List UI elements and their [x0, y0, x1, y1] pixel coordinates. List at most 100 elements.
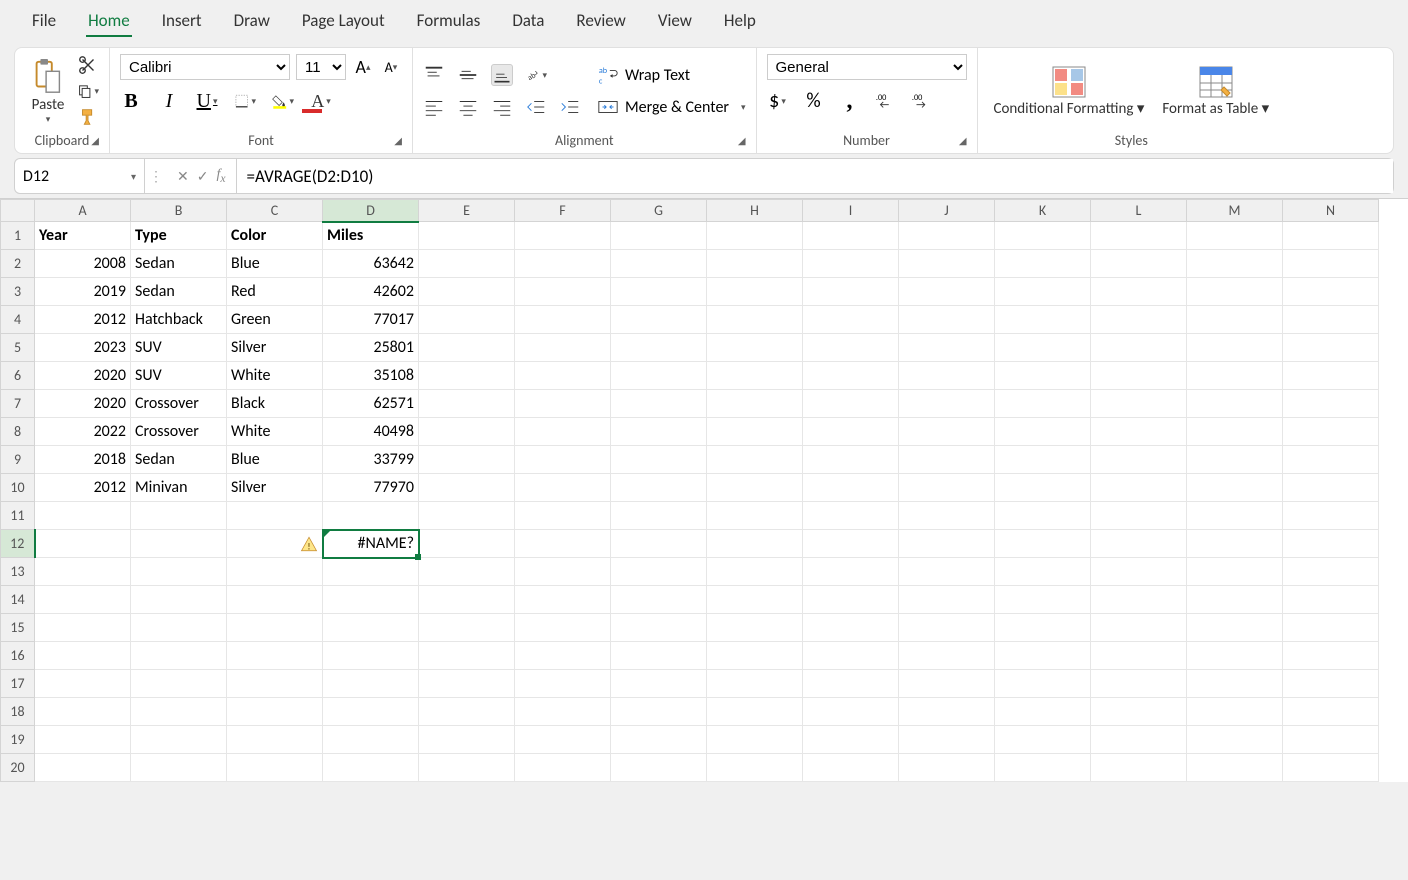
cell-M6[interactable]	[1187, 362, 1283, 390]
cell-M4[interactable]	[1187, 306, 1283, 334]
increase-font-icon[interactable]: A▴	[352, 56, 374, 78]
decrease-indent-icon[interactable]	[525, 96, 547, 118]
cell-J19[interactable]	[899, 726, 995, 754]
fx-icon[interactable]: fx	[216, 167, 225, 185]
percent-icon[interactable]: %	[803, 90, 825, 112]
cell-A15[interactable]	[35, 614, 131, 642]
cell-H4[interactable]	[707, 306, 803, 334]
col-header-J[interactable]: J	[899, 200, 995, 222]
row-header-15[interactable]: 15	[1, 614, 35, 642]
col-header-B[interactable]: B	[131, 200, 227, 222]
cell-L20[interactable]	[1091, 754, 1187, 782]
cell-A16[interactable]	[35, 642, 131, 670]
cell-L16[interactable]	[1091, 642, 1187, 670]
cell-K6[interactable]	[995, 362, 1091, 390]
cell-K15[interactable]	[995, 614, 1091, 642]
cell-F19[interactable]	[515, 726, 611, 754]
cell-J2[interactable]	[899, 250, 995, 278]
italic-icon[interactable]: I	[158, 90, 180, 112]
cell-K9[interactable]	[995, 446, 1091, 474]
cell-K8[interactable]	[995, 418, 1091, 446]
wrap-text-button[interactable]: abc Wrap Text	[597, 64, 746, 86]
cell-B17[interactable]	[131, 670, 227, 698]
cell-L13[interactable]	[1091, 558, 1187, 586]
cell-B14[interactable]	[131, 586, 227, 614]
cell-N20[interactable]	[1283, 754, 1379, 782]
cell-E6[interactable]	[419, 362, 515, 390]
cell-E20[interactable]	[419, 754, 515, 782]
cell-F4[interactable]	[515, 306, 611, 334]
confirm-icon[interactable]: ✓	[197, 168, 209, 185]
cell-N15[interactable]	[1283, 614, 1379, 642]
cell-H8[interactable]	[707, 418, 803, 446]
cell-G16[interactable]	[611, 642, 707, 670]
cell-D1[interactable]: Miles	[323, 222, 419, 250]
cell-H12[interactable]	[707, 530, 803, 558]
cell-B13[interactable]	[131, 558, 227, 586]
cell-L18[interactable]	[1091, 698, 1187, 726]
cell-K11[interactable]	[995, 502, 1091, 530]
cell-M18[interactable]	[1187, 698, 1283, 726]
cell-F6[interactable]	[515, 362, 611, 390]
menu-file[interactable]: File	[30, 6, 58, 37]
cell-B12[interactable]	[131, 530, 227, 558]
cell-E12[interactable]	[419, 530, 515, 558]
cell-M15[interactable]	[1187, 614, 1283, 642]
cell-F17[interactable]	[515, 670, 611, 698]
cell-G7[interactable]	[611, 390, 707, 418]
cell-D7[interactable]: 62571	[323, 390, 419, 418]
cell-N7[interactable]	[1283, 390, 1379, 418]
cell-K13[interactable]	[995, 558, 1091, 586]
row-header-13[interactable]: 13	[1, 558, 35, 586]
cell-K1[interactable]	[995, 222, 1091, 250]
cell-I15[interactable]	[803, 614, 899, 642]
decrease-font-icon[interactable]: A▾	[380, 56, 402, 78]
cell-C5[interactable]: Silver	[227, 334, 323, 362]
cell-C8[interactable]: White	[227, 418, 323, 446]
cell-L11[interactable]	[1091, 502, 1187, 530]
cell-I19[interactable]	[803, 726, 899, 754]
format-painter-icon[interactable]	[77, 106, 99, 128]
font-color-icon[interactable]: A	[310, 90, 332, 112]
cell-L15[interactable]	[1091, 614, 1187, 642]
cell-L14[interactable]	[1091, 586, 1187, 614]
cell-K17[interactable]	[995, 670, 1091, 698]
menu-insert[interactable]: Insert	[160, 6, 204, 37]
cell-A13[interactable]	[35, 558, 131, 586]
cell-M3[interactable]	[1187, 278, 1283, 306]
cell-E19[interactable]	[419, 726, 515, 754]
row-header-8[interactable]: 8	[1, 418, 35, 446]
cell-F2[interactable]	[515, 250, 611, 278]
menu-formulas[interactable]: Formulas	[415, 6, 483, 37]
cell-H1[interactable]	[707, 222, 803, 250]
cell-D6[interactable]: 35108	[323, 362, 419, 390]
col-header-D[interactable]: D	[323, 200, 419, 222]
font-launcher-icon[interactable]: ◢	[394, 134, 402, 147]
cell-F15[interactable]	[515, 614, 611, 642]
row-header-4[interactable]: 4	[1, 306, 35, 334]
cell-K12[interactable]	[995, 530, 1091, 558]
formula-input[interactable]	[237, 159, 1393, 193]
cell-E5[interactable]	[419, 334, 515, 362]
cell-L7[interactable]	[1091, 390, 1187, 418]
font-name-select[interactable]: Calibri	[120, 54, 290, 80]
col-header-I[interactable]: I	[803, 200, 899, 222]
cell-L9[interactable]	[1091, 446, 1187, 474]
row-header-7[interactable]: 7	[1, 390, 35, 418]
cell-L17[interactable]	[1091, 670, 1187, 698]
cell-B7[interactable]: Crossover	[131, 390, 227, 418]
cell-C7[interactable]: Black	[227, 390, 323, 418]
col-header-G[interactable]: G	[611, 200, 707, 222]
row-header-3[interactable]: 3	[1, 278, 35, 306]
cell-A14[interactable]	[35, 586, 131, 614]
cell-F11[interactable]	[515, 502, 611, 530]
cell-B9[interactable]: Sedan	[131, 446, 227, 474]
cell-G11[interactable]	[611, 502, 707, 530]
error-warning-icon[interactable]: !	[300, 535, 318, 553]
cell-D12[interactable]: #NAME?	[323, 530, 419, 558]
cell-I3[interactable]	[803, 278, 899, 306]
cell-C11[interactable]	[227, 502, 323, 530]
cell-L8[interactable]	[1091, 418, 1187, 446]
cell-M10[interactable]	[1187, 474, 1283, 502]
cell-C14[interactable]	[227, 586, 323, 614]
